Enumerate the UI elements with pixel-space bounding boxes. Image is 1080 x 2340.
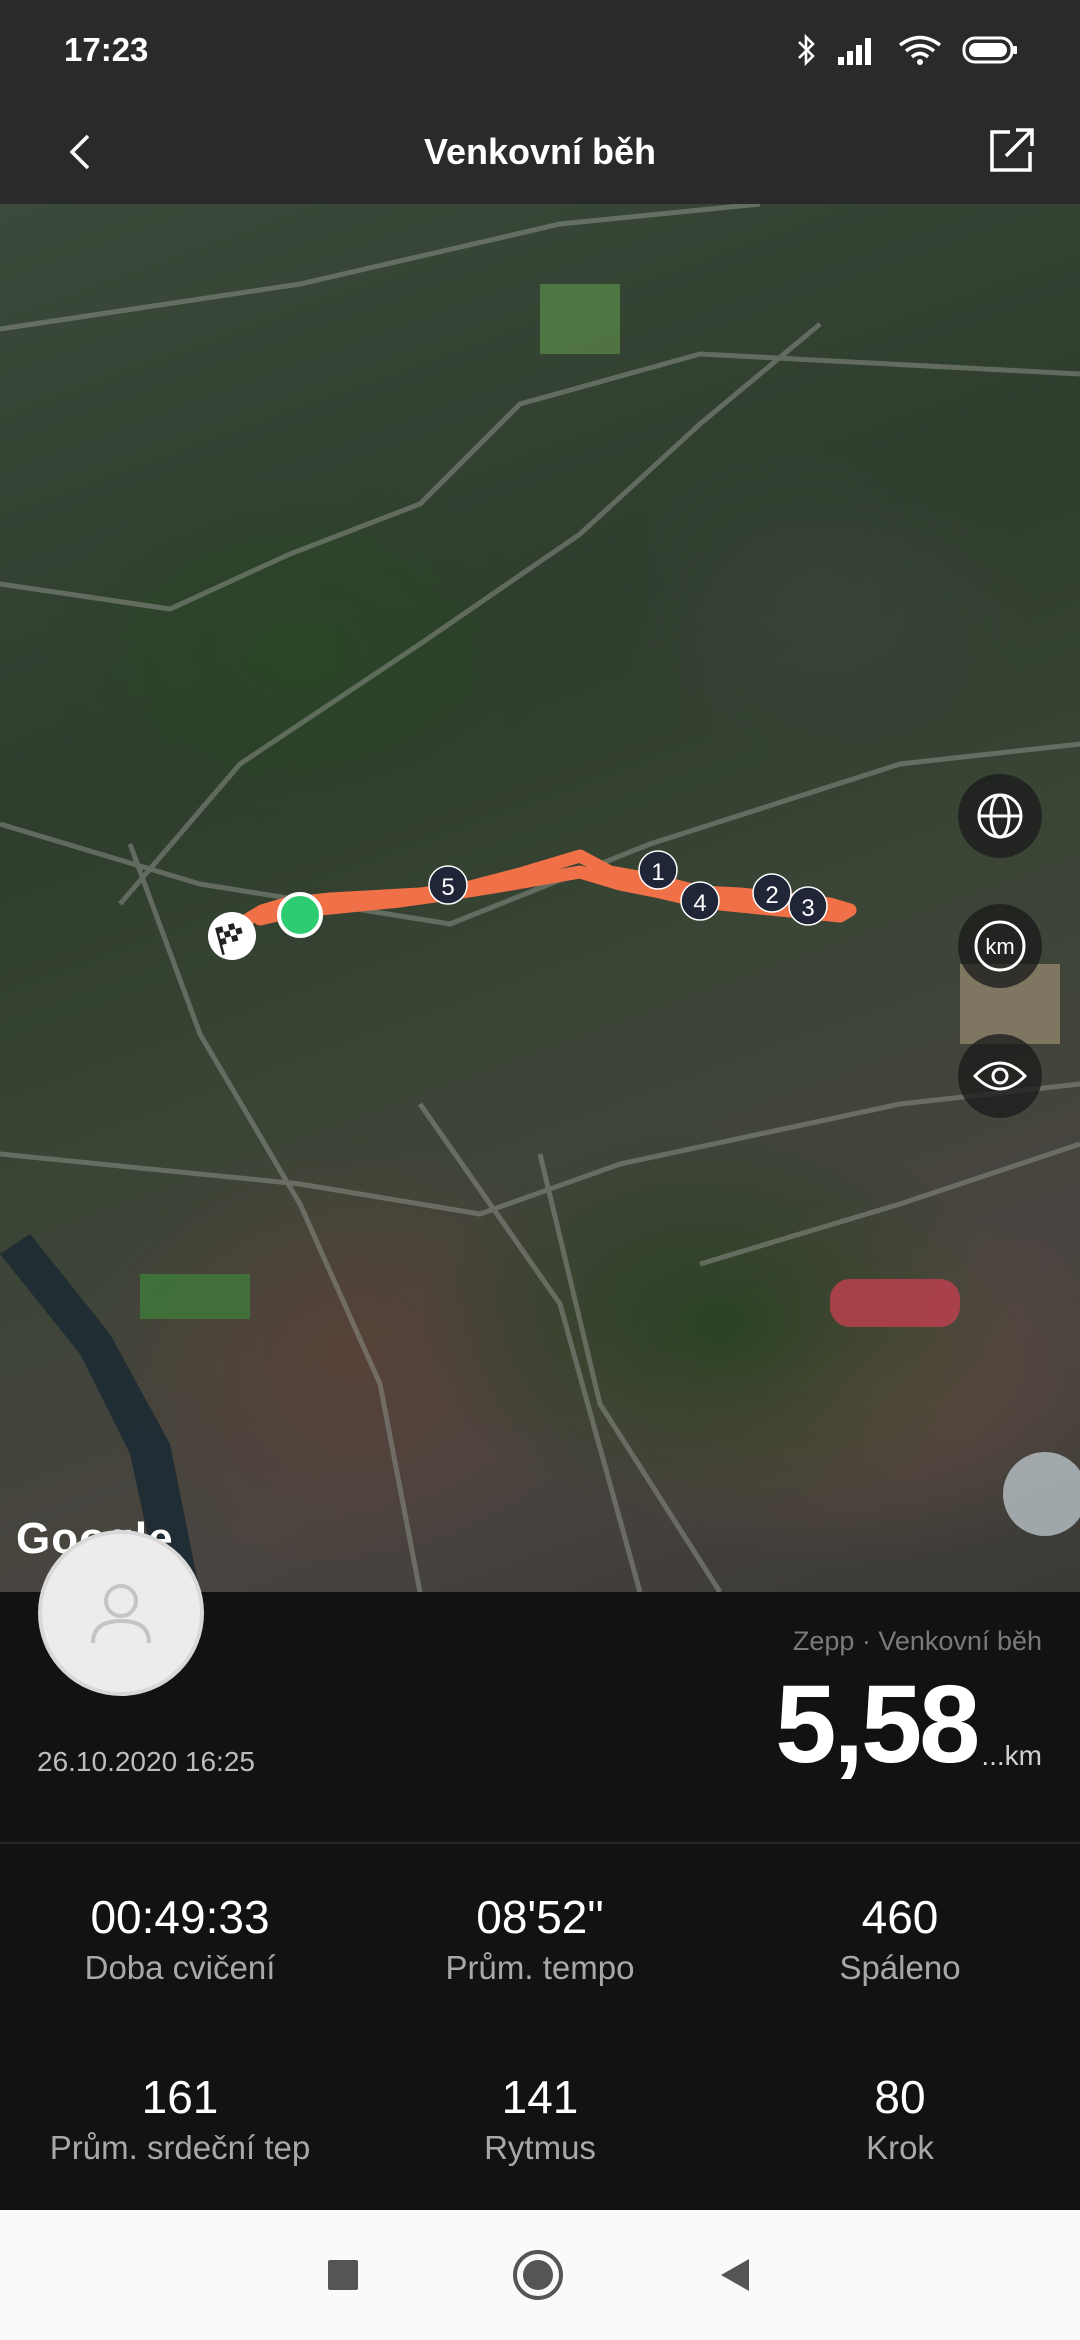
km-marker-1: 1 <box>638 850 678 890</box>
system-nav-bar <box>0 2210 1080 2340</box>
eye-icon <box>972 1061 1028 1091</box>
stadium-roof <box>1003 1452 1080 1536</box>
stat-value: 80 <box>874 2071 926 2123</box>
status-time: 17:23 <box>64 31 149 68</box>
stat-avg-heart-rate: 161 Prům. srdeční tep <box>0 2044 360 2224</box>
stat-value: 00:49:33 <box>90 1891 270 1943</box>
home-button[interactable] <box>511 2248 565 2302</box>
km-markers-toggle[interactable]: km <box>958 904 1042 988</box>
stat-label: Spáleno <box>839 1948 961 1986</box>
svg-text:5: 5 <box>441 874 454 901</box>
svg-text:3: 3 <box>801 895 814 922</box>
share-button[interactable] <box>982 120 1042 180</box>
stat-cadence: 141 Rytmus <box>360 2044 720 2224</box>
wifi-icon <box>898 35 942 65</box>
map-roads <box>0 204 1080 1592</box>
svg-text:1: 1 <box>651 859 664 886</box>
stat-label: Rytmus <box>484 2128 596 2166</box>
activity-datetime: 26.10.2020 16:25 <box>37 1746 255 1777</box>
stat-value: 460 <box>861 1891 939 1943</box>
km-icon: km <box>974 920 1026 972</box>
stat-label: Doba cvičení <box>84 1948 276 1986</box>
running-track <box>830 1279 960 1327</box>
stat-label: Prům. tempo <box>445 1948 635 1986</box>
map-overlay: 5 1 4 2 3 <box>0 204 1080 1592</box>
app-bar: Venkovní běh <box>0 100 1080 204</box>
battery-icon <box>962 36 1017 64</box>
finish-flag-icon <box>208 912 256 960</box>
page-title: Venkovní běh <box>423 131 657 172</box>
stat-calories: 460 Spáleno <box>720 1864 1080 2044</box>
km-marker-5: 5 <box>428 865 468 905</box>
signal-icon <box>838 38 871 65</box>
visibility-toggle[interactable] <box>958 1034 1042 1118</box>
map-type-button[interactable] <box>958 774 1042 858</box>
back-button[interactable] <box>56 126 108 178</box>
svg-text:4: 4 <box>693 890 706 917</box>
stat-value: 141 <box>501 2071 579 2123</box>
globe-icon <box>977 793 1023 839</box>
distance-display: 5,58 ...km <box>775 1670 1042 1780</box>
stat-label: Prům. srdeční tep <box>49 2128 311 2166</box>
distance-unit: ...km <box>981 1740 1042 1771</box>
recents-button[interactable] <box>325 2257 361 2293</box>
sports-field <box>140 1274 250 1319</box>
bluetooth-icon <box>798 33 815 67</box>
stat-stride: 80 Krok <box>720 2044 1080 2224</box>
route-map[interactable]: 5 1 4 2 3 km <box>0 204 1080 1592</box>
distance-value: 5,58 <box>775 1663 980 1786</box>
activity-source: Zepp · Venkovní běh <box>792 1626 1042 1656</box>
km-marker-3: 3 <box>788 886 828 926</box>
km-marker-4: 4 <box>680 881 720 921</box>
park <box>540 284 620 354</box>
back-nav-button[interactable] <box>715 2255 755 2295</box>
user-icon <box>91 1584 151 1644</box>
stat-value: 08'52" <box>476 1891 604 1943</box>
stats-grid: 00:49:33 Doba cvičení 08'52" Prům. tempo… <box>0 1844 1080 2210</box>
status-icons <box>796 33 1018 67</box>
svg-text:km: km <box>985 934 1014 959</box>
svg-text:2: 2 <box>765 882 778 909</box>
avatar[interactable] <box>38 1530 204 1696</box>
status-bar: 17:23 <box>0 0 1080 100</box>
stat-avg-pace: 08'52" Prům. tempo <box>360 1864 720 2044</box>
start-marker <box>277 892 323 938</box>
stat-duration: 00:49:33 Doba cvičení <box>0 1864 360 2044</box>
stat-value: 161 <box>141 2071 219 2123</box>
km-marker-2: 2 <box>752 873 792 913</box>
stat-label: Krok <box>866 2128 934 2166</box>
